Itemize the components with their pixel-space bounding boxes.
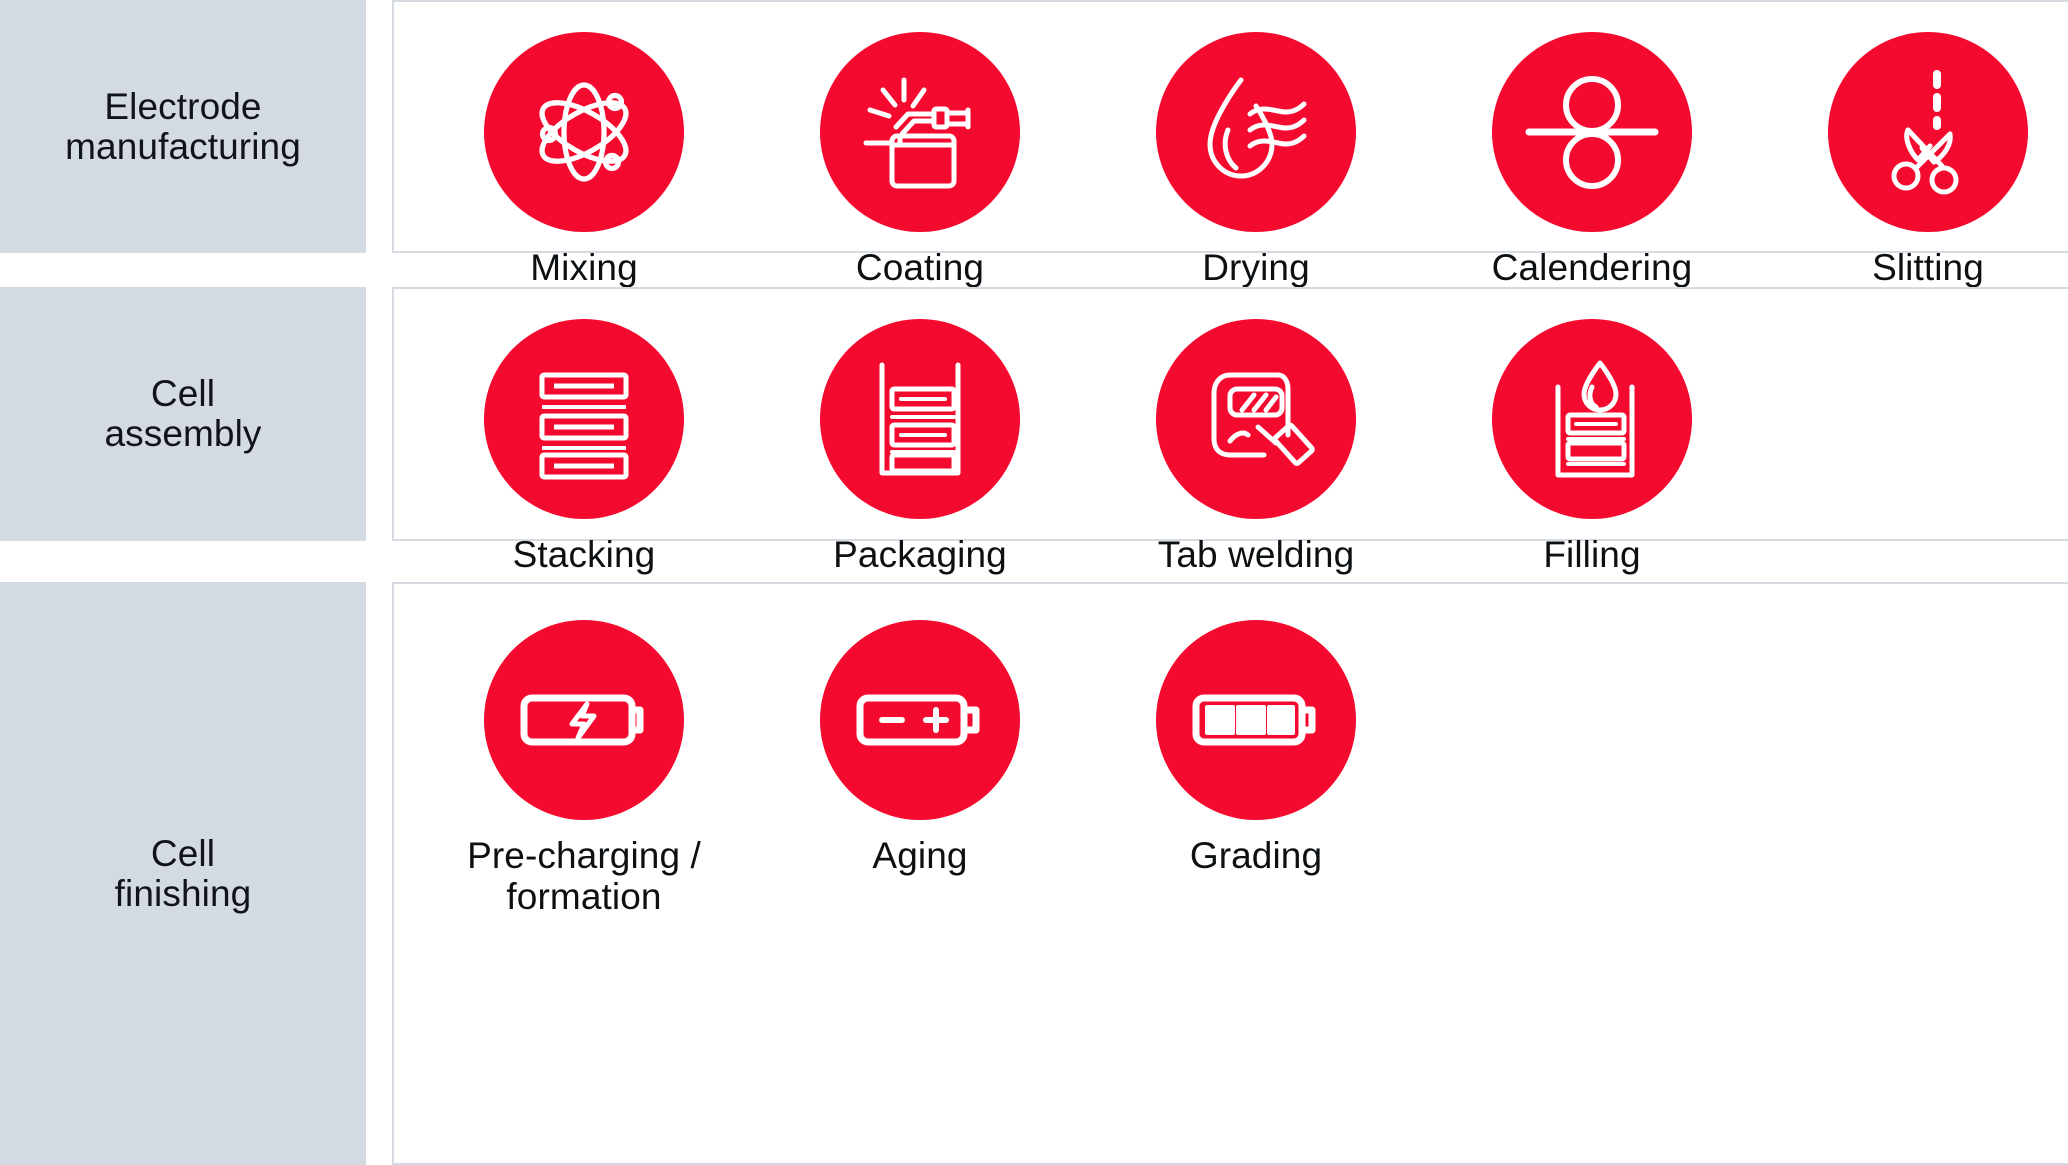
stage-item-packaging[interactable]: Packaging	[752, 313, 1088, 576]
layers-in-casing-icon	[820, 319, 1020, 519]
process-row-cell-finishing: Cell finishing Pre-charging / formation	[0, 582, 2068, 1165]
stage-label: Pre-charging / formation	[467, 835, 701, 917]
roller-press-icon	[1492, 32, 1692, 232]
stage-label: Packaging	[833, 534, 1007, 575]
cell-welding-tool-icon	[1156, 319, 1356, 519]
row-label-cell-finishing: Cell finishing	[0, 582, 366, 1165]
battery-bolt-icon	[484, 620, 684, 820]
stage-item-drying[interactable]: Drying	[1088, 26, 1424, 289]
stage-label: Mixing	[530, 247, 638, 288]
stage-panel-cell-assembly: Stacking Packaging Tab welding Filling	[392, 287, 2068, 575]
spray-torch-tray-icon	[820, 32, 1020, 232]
stage-label: Aging	[872, 835, 968, 876]
row-label-line: Cell	[150, 373, 216, 415]
stage-item-pre-charging-formation[interactable]: Pre-charging / formation	[416, 608, 752, 917]
droplet-air-waves-icon	[1156, 32, 1356, 232]
stage-label: Grading	[1189, 835, 1323, 876]
stage-label: Drying	[1202, 247, 1310, 288]
stage-label: Filling	[1543, 534, 1641, 575]
row-label-line: assembly	[104, 413, 262, 454]
stage-item-calendering[interactable]: Calendering	[1424, 26, 1760, 289]
stage-panel-cell-finishing: Pre-charging / formation Aging Grading	[392, 582, 2068, 1165]
battery-production-process-diagram: Electrode manufacturing Mixing Coating D…	[0, 0, 2068, 1165]
stage-item-mixing[interactable]: Mixing	[416, 26, 752, 289]
stage-label: Coating	[855, 247, 985, 288]
row-label-line: Cell	[150, 832, 216, 874]
stage-item-coating[interactable]: Coating	[752, 26, 1088, 289]
stage-panel-electrode-manufacturing: Mixing Coating Drying Calendering Slitti…	[392, 0, 2068, 288]
atom-icon	[484, 32, 684, 232]
stage-item-aging[interactable]: Aging	[752, 608, 1088, 877]
stage-item-filling[interactable]: Filling	[1424, 313, 1760, 576]
row-label-line: Electrode	[104, 85, 262, 127]
row-label-line: finishing	[114, 872, 252, 914]
process-row-electrode-manufacturing: Electrode manufacturing Mixing Coating D…	[0, 0, 2068, 288]
row-spacer	[366, 287, 392, 541]
stage-item-stacking[interactable]: Stacking	[416, 313, 752, 576]
stage-label: Slitting	[1872, 247, 1984, 288]
stage-item-grading[interactable]: Grading	[1088, 608, 1424, 877]
process-row-cell-assembly: Cell assembly Stacking Packaging Tab wel…	[0, 287, 2068, 575]
battery-bars-icon	[1156, 620, 1356, 820]
stage-item-slitting[interactable]: Slitting	[1760, 26, 2068, 289]
row-label-cell-assembly: Cell assembly	[0, 287, 366, 541]
stage-label: Tab welding	[1157, 534, 1355, 575]
row-label-line: manufacturing	[65, 125, 301, 167]
row-label-electrode-manufacturing: Electrode manufacturing	[0, 0, 366, 253]
stage-item-tab-welding[interactable]: Tab welding	[1088, 313, 1424, 576]
row-spacer	[366, 0, 392, 253]
row-spacer	[366, 582, 392, 1165]
stacked-layers-icon	[484, 319, 684, 519]
stage-label: Stacking	[512, 534, 656, 575]
scissors-dashed-line-icon	[1828, 32, 2028, 232]
battery-plus-minus-icon	[820, 620, 1020, 820]
stage-label: Calendering	[1491, 247, 1693, 288]
droplet-into-casing-icon	[1492, 319, 1692, 519]
